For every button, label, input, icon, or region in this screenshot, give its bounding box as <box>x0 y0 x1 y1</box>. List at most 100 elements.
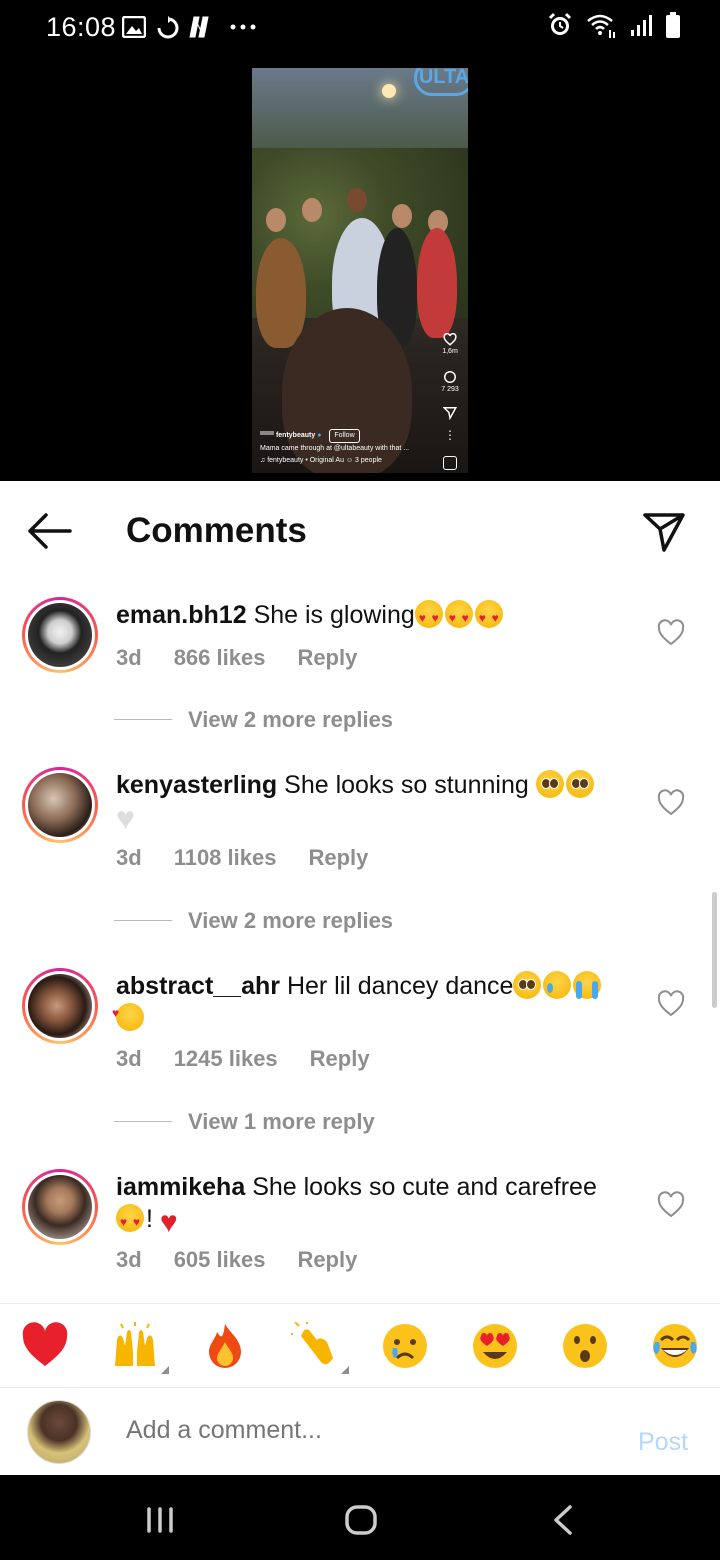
reply-button[interactable]: Reply <box>297 1247 357 1272</box>
reel-people[interactable]: 3 people <box>355 457 382 464</box>
wifi-icon <box>587 14 615 38</box>
smiling-hearts-emoji-icon <box>112 997 144 1031</box>
post-button[interactable]: Post <box>638 1428 688 1457</box>
comment-likes[interactable]: 866 likes <box>174 645 266 670</box>
comment-input[interactable] <box>126 1416 606 1445</box>
reel-more-icon[interactable]: ⋮ <box>440 428 460 442</box>
reply-button[interactable]: Reply <box>310 1046 370 1071</box>
variant-indicator <box>161 1366 169 1374</box>
variant-indicator <box>341 1366 349 1374</box>
comment-meta: 3d 1245 likes Reply <box>116 1046 402 1072</box>
pleading-face-emoji-icon <box>535 770 564 798</box>
heart-eyes-emoji-button[interactable] <box>471 1322 519 1370</box>
add-comment-bar: Post <box>0 1387 720 1475</box>
status-time: 16:08 <box>46 12 117 42</box>
more-notifications-icon <box>230 24 256 30</box>
comment-body: She looks so stunning <box>284 771 536 799</box>
sync-icon <box>157 16 179 39</box>
reel-audio[interactable]: fentybeauty • Original Au <box>267 457 344 464</box>
comment-likes[interactable]: 605 likes <box>174 1247 266 1272</box>
comment-username[interactable]: kenyasterling <box>116 771 277 799</box>
reel-caption-text[interactable]: Mama came through at @ultabeauty with th… <box>260 443 440 455</box>
reel-comment-icon[interactable]: 7 293 <box>440 370 460 393</box>
back-arrow-icon[interactable] <box>26 511 72 551</box>
reply-button[interactable]: Reply <box>297 645 357 670</box>
reel-username[interactable]: fentybeauty <box>276 432 315 439</box>
comment-likes[interactable]: 1245 likes <box>174 1046 278 1071</box>
crying-face-emoji-icon <box>383 1324 427 1368</box>
battery-icon <box>666 12 680 38</box>
clapping-hands-emoji-icon <box>289 1320 333 1365</box>
heart-eyes-emoji-icon <box>414 600 443 634</box>
comment-username[interactable]: iammikeha <box>116 1173 245 1201</box>
quick-emoji-bar <box>0 1303 720 1387</box>
home-icon[interactable] <box>345 1505 377 1535</box>
reel-audio-thumb[interactable] <box>440 456 460 470</box>
red-heart-emoji-button[interactable] <box>21 1322 69 1370</box>
tears-of-joy-emoji-button[interactable] <box>651 1322 699 1370</box>
comment-body: Her lil dancey dance <box>286 972 514 1000</box>
heart-eyes-emoji-icon <box>474 600 503 634</box>
system-navigation-bar <box>0 1475 720 1560</box>
comment-text: eman.bh12 She is glowing <box>116 599 636 634</box>
store-logo: ULTA <box>414 68 468 96</box>
reel-follow-button[interactable]: Follow <box>329 429 360 443</box>
recent-apps-icon[interactable] <box>146 1507 174 1533</box>
heart-eyes-emoji-icon <box>116 1204 144 1238</box>
clapping-hands-emoji-button[interactable] <box>289 1320 349 1374</box>
red-heart-emoji-icon <box>22 1322 68 1366</box>
my-avatar <box>27 1400 91 1464</box>
raising-hands-emoji-icon <box>115 1322 155 1366</box>
comment-username[interactable]: abstract__ahr <box>116 972 280 1000</box>
fire-emoji-button[interactable] <box>201 1322 249 1370</box>
comment-meta: 3d 1108 likes Reply <box>116 845 400 871</box>
pleading-face-emoji-icon <box>565 770 594 798</box>
music-icon: ♫ <box>260 457 266 464</box>
avatar[interactable] <box>22 1169 98 1245</box>
heart-eyes-emoji-icon <box>473 1324 517 1368</box>
heart-icon[interactable] <box>656 789 686 817</box>
netflix-icon <box>189 16 209 38</box>
avatar[interactable] <box>22 767 98 843</box>
heart-icon[interactable] <box>656 1191 686 1219</box>
heart-eyes-emoji-icon <box>444 600 473 634</box>
raising-hands-emoji-button[interactable] <box>111 1322 169 1374</box>
crowd-person <box>266 208 286 232</box>
view-replies-button[interactable]: View 1 more reply <box>114 1109 375 1135</box>
comments-sheet: Comments eman.bh12 She is glowing 3d 866 … <box>0 481 720 1475</box>
view-replies-label[interactable]: View 2 more replies <box>188 908 393 933</box>
comment-time: 3d <box>116 845 142 870</box>
comment-time: 3d <box>116 645 142 670</box>
reel-preview-area: ULTA 1,6m 7 293 ⋮ fentybeauty ● Follow M… <box>0 56 720 481</box>
crying-face-emoji-button[interactable] <box>381 1322 429 1370</box>
view-replies-label[interactable]: View 1 more reply <box>188 1109 375 1134</box>
comment-username[interactable]: eman.bh12 <box>116 601 247 629</box>
heart-icon[interactable] <box>656 990 686 1018</box>
surprised-face-emoji-button[interactable] <box>561 1322 609 1370</box>
comment-meta: 3d 866 likes Reply <box>116 645 389 671</box>
view-replies-button[interactable]: View 2 more replies <box>114 707 393 733</box>
avatar[interactable] <box>22 968 98 1044</box>
reel-video[interactable]: ULTA 1,6m 7 293 ⋮ fentybeauty ● Follow M… <box>252 68 468 473</box>
scrollbar[interactable] <box>712 892 717 1008</box>
share-icon[interactable] <box>642 509 686 553</box>
reel-avatar[interactable] <box>260 431 274 435</box>
fire-emoji-icon <box>209 1324 241 1368</box>
comment-text: kenyasterling She looks so stunning ♥ <box>116 769 636 834</box>
comment-time: 3d <box>116 1046 142 1071</box>
comments-header: Comments <box>0 481 720 581</box>
reply-button[interactable]: Reply <box>308 845 368 870</box>
tears-of-joy-emoji-icon <box>653 1324 697 1368</box>
reel-likes-count: 1,6m <box>442 348 458 355</box>
street-light <box>382 84 396 98</box>
reel-like-icon[interactable]: 1,6m <box>440 332 460 355</box>
back-icon[interactable] <box>552 1505 574 1535</box>
view-replies-button[interactable]: View 2 more replies <box>114 908 393 934</box>
heart-icon[interactable] <box>656 619 686 647</box>
avatar[interactable] <box>22 597 98 673</box>
comment-likes[interactable]: 1108 likes <box>174 845 277 870</box>
reel-share-icon[interactable] <box>440 406 460 422</box>
comment-text: iammikeha She looks so cute and carefree… <box>116 1171 636 1239</box>
crowd-person <box>392 204 412 228</box>
view-replies-label[interactable]: View 2 more replies <box>188 707 393 732</box>
